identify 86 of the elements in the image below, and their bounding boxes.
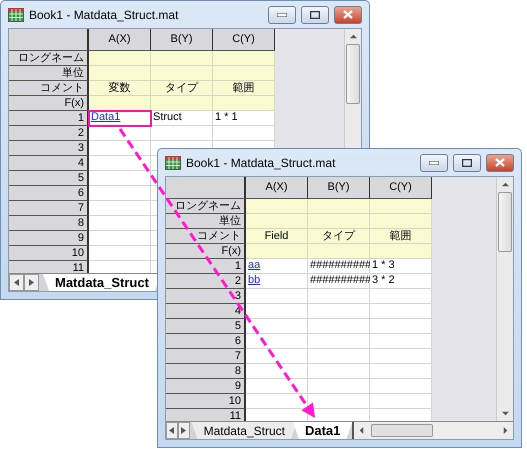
left-triangle-icon	[14, 279, 19, 286]
corner-header[interactable]	[166, 177, 246, 199]
row-header[interactable]: 1	[166, 259, 246, 274]
column-header[interactable]: C(Y)	[213, 29, 275, 51]
right-triangle-icon	[181, 427, 186, 434]
minimize-icon	[277, 12, 287, 16]
label-row-header[interactable]: F(x)	[9, 96, 89, 111]
label-cell: 範囲	[213, 81, 275, 96]
row-header[interactable]: 10	[9, 246, 89, 261]
close-icon	[343, 10, 353, 19]
column-header[interactable]: B(Y)	[151, 29, 213, 51]
label-row-header[interactable]: ロングネーム	[9, 51, 89, 66]
maximize-icon	[310, 10, 320, 18]
window-title: Book1 - Matdata_Struct.mat	[29, 8, 180, 22]
row-header[interactable]: 1	[9, 111, 89, 126]
scroll-up-icon	[502, 181, 508, 188]
window-title: Book1 - Matdata_Struct.mat	[186, 156, 336, 170]
table-cell: 3 * 2	[370, 274, 432, 289]
previous-sheet-button[interactable]	[9, 274, 24, 291]
row-header[interactable]: 4	[9, 156, 89, 171]
label-row-header[interactable]: コメント	[9, 81, 89, 96]
close-button[interactable]	[334, 6, 362, 24]
column-header[interactable]: A(X)	[89, 29, 151, 51]
label-row-header[interactable]: 単位	[9, 66, 89, 81]
corner-header[interactable]	[9, 29, 89, 51]
minimize-button[interactable]	[420, 154, 448, 172]
maximize-icon	[462, 158, 472, 166]
scroll-up-icon	[350, 33, 356, 40]
row-header[interactable]: 6	[9, 186, 89, 201]
label-row-header[interactable]: F(x)	[166, 244, 246, 259]
close-icon	[495, 158, 505, 167]
row-header[interactable]: 2	[166, 274, 246, 289]
row-header[interactable]: 9	[166, 379, 246, 394]
maximize-button[interactable]	[301, 6, 329, 24]
row-header[interactable]: 5	[166, 319, 246, 334]
row-header[interactable]: 3	[166, 289, 246, 304]
scroll-down-icon	[502, 410, 508, 417]
worksheet-icon	[8, 8, 24, 22]
table-cell: ##########	[308, 259, 370, 274]
row-header[interactable]: 2	[9, 126, 89, 141]
row-header[interactable]: 11	[9, 261, 89, 273]
column-header[interactable]: C(Y)	[370, 177, 432, 199]
row-header[interactable]: 11	[166, 409, 246, 421]
sheet-tab[interactable]: Matdata_Struct	[192, 422, 297, 439]
table-cell: Struct	[151, 111, 213, 126]
next-sheet-button[interactable]	[24, 274, 39, 291]
horizontal-scrollbar[interactable]	[352, 422, 513, 439]
previous-sheet-button[interactable]	[166, 422, 178, 439]
sheet-tab[interactable]: Data1	[292, 422, 352, 439]
worksheet-icon	[165, 156, 181, 170]
label-cell: タイプ	[308, 229, 370, 244]
label-row-header[interactable]: ロングネーム	[166, 199, 246, 214]
scroll-thumb[interactable]	[371, 424, 434, 437]
table-link[interactable]: bb	[248, 274, 260, 286]
table-cell: 1 * 1	[213, 111, 275, 126]
left-triangle-icon	[169, 427, 174, 434]
label-cell: 変数	[89, 81, 151, 96]
row-header[interactable]: 5	[9, 171, 89, 186]
table-link[interactable]: aa	[248, 259, 260, 271]
label-row-header[interactable]: 単位	[166, 214, 246, 229]
row-header[interactable]: 10	[166, 394, 246, 409]
table-cell: ##########	[308, 274, 370, 289]
label-cell: 範囲	[370, 229, 432, 244]
right-triangle-icon	[29, 279, 34, 286]
row-header[interactable]: 8	[9, 216, 89, 231]
table-cell: 1 * 3	[370, 259, 432, 274]
column-header[interactable]: B(Y)	[308, 177, 370, 199]
row-header[interactable]: 6	[166, 334, 246, 349]
label-cell: タイプ	[151, 81, 213, 96]
label-row-header[interactable]: コメント	[166, 229, 246, 244]
scroll-left-icon	[358, 427, 366, 434]
row-header[interactable]: 8	[166, 364, 246, 379]
row-header[interactable]: 9	[9, 231, 89, 246]
next-sheet-button[interactable]	[178, 422, 190, 439]
maximize-button[interactable]	[453, 154, 481, 172]
close-button[interactable]	[486, 154, 514, 172]
scroll-right-icon	[502, 427, 509, 434]
row-header[interactable]: 7	[166, 349, 246, 364]
label-cell: Field	[246, 229, 308, 244]
minimize-button[interactable]	[268, 6, 296, 24]
scroll-thumb[interactable]	[346, 44, 360, 104]
minimize-icon	[429, 160, 439, 164]
scroll-thumb[interactable]	[498, 192, 512, 252]
column-header[interactable]: A(X)	[246, 177, 308, 199]
row-header[interactable]: 3	[9, 141, 89, 156]
row-header[interactable]: 7	[9, 201, 89, 216]
